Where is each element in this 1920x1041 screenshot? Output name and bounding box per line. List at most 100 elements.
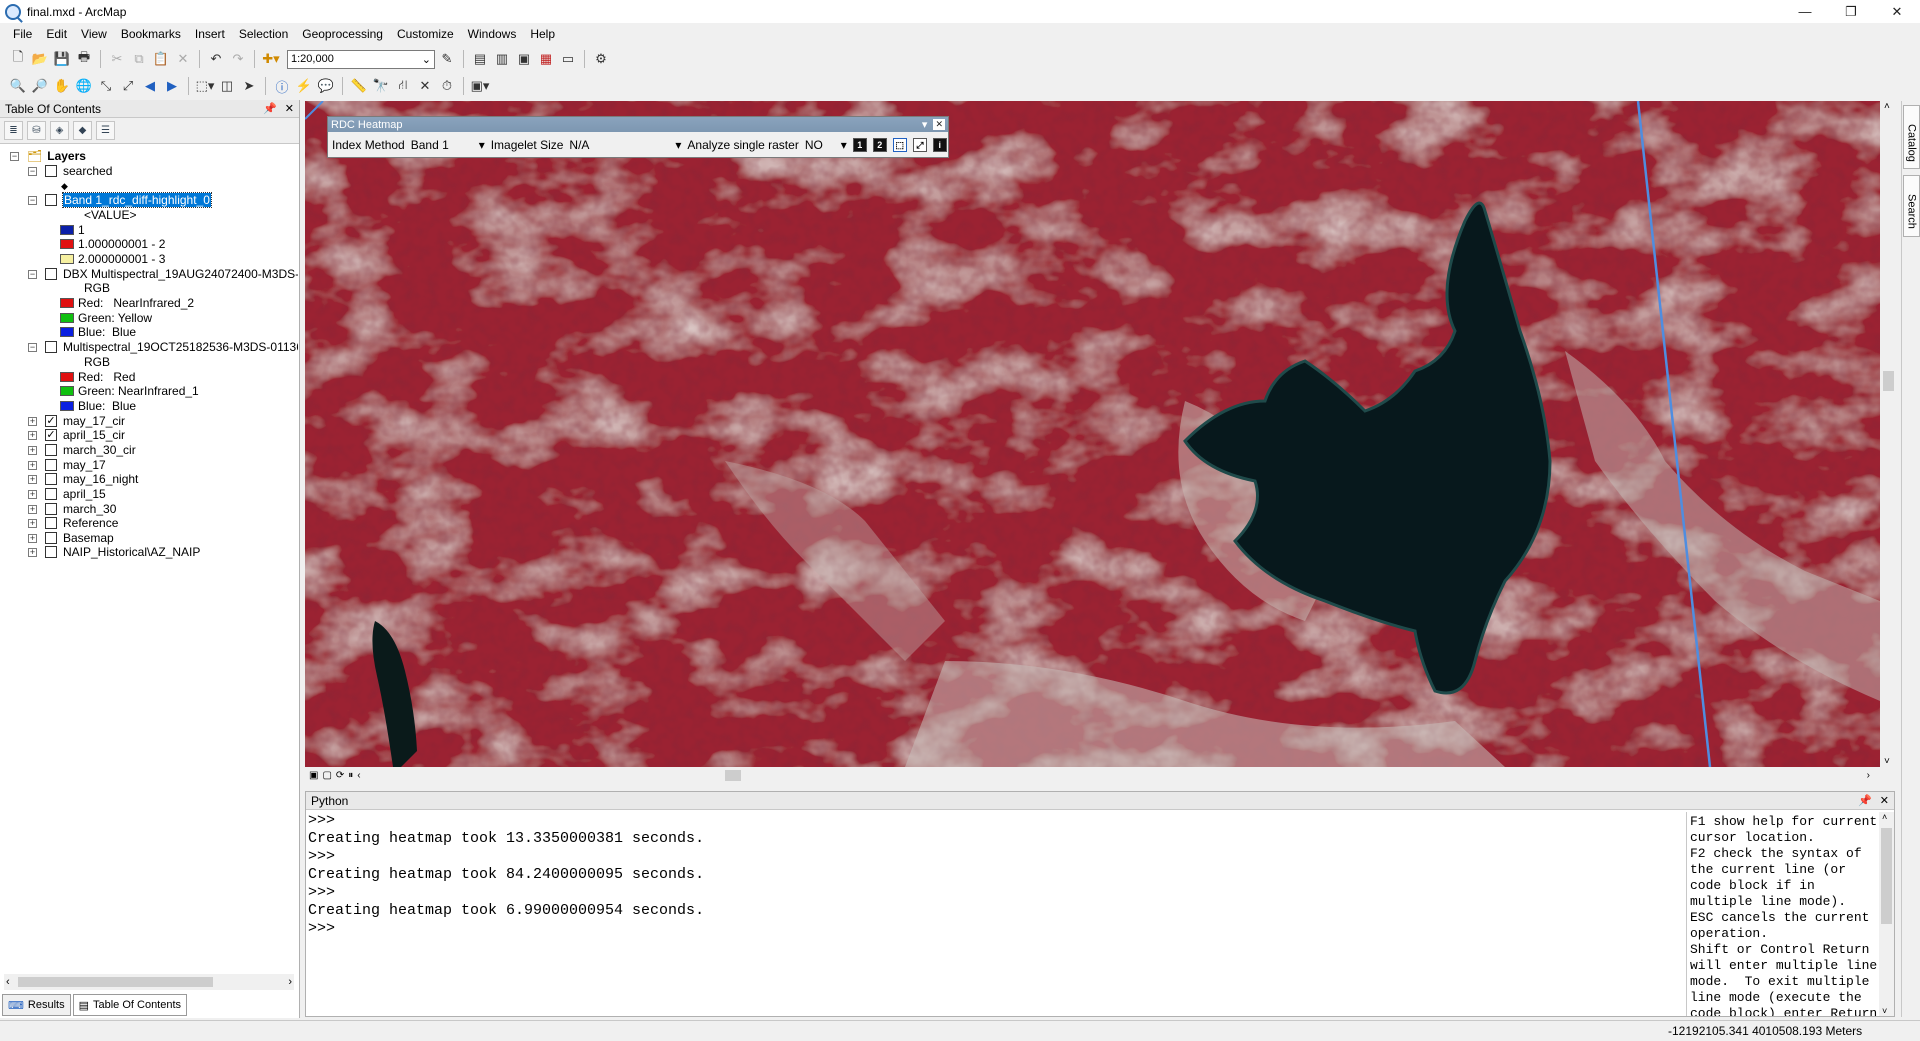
go-back-icon[interactable]: ◀ xyxy=(140,76,160,96)
go-to-xy-icon[interactable]: ✕ xyxy=(415,76,435,96)
toc-options-icon[interactable]: ☰ xyxy=(96,121,115,140)
close-icon[interactable]: ✕ xyxy=(933,119,945,130)
scroll-up-icon[interactable]: ˄ xyxy=(1882,812,1887,822)
toc-window-icon[interactable]: ▤ xyxy=(470,49,490,69)
add-data-icon[interactable]: ✚▾ xyxy=(261,49,281,69)
expand-icon[interactable]: + xyxy=(28,416,37,426)
find-icon[interactable]: 🔭 xyxy=(371,76,391,96)
zoom-out-icon[interactable]: 🔎 xyxy=(30,76,50,96)
create-viewer-window-icon[interactable]: ▣▾ xyxy=(470,76,490,96)
rdc-toolbar-titlebar[interactable]: RDC Heatmap ▾ ✕ xyxy=(328,117,948,132)
layer-visibility-checkbox[interactable] xyxy=(45,546,57,558)
layer-visibility-checkbox[interactable] xyxy=(45,517,57,529)
tab-table-of-contents[interactable]: ▤ Table Of Contents xyxy=(72,994,188,1016)
collapse-icon[interactable]: − xyxy=(28,166,37,176)
expand-icon[interactable]: + xyxy=(28,474,37,484)
scrollbar-thumb[interactable] xyxy=(18,977,213,987)
python-console[interactable]: >>> Creating heatmap took 13.3350000381 … xyxy=(307,812,1681,1016)
identify-icon[interactable]: ⓘ xyxy=(272,76,292,96)
expand-icon[interactable]: + xyxy=(28,533,37,543)
index-method-dropdown[interactable]: Band 1 ▾ xyxy=(411,138,485,152)
modelbuilder-icon[interactable]: ⚙ xyxy=(591,49,611,69)
editor-toolbar-icon[interactable]: ✎ xyxy=(437,49,457,69)
find-route-icon[interactable]: ⛙ xyxy=(393,76,413,96)
menu-geoprocessing[interactable]: Geoprocessing xyxy=(295,24,390,44)
open-folder-icon[interactable]: 📂 xyxy=(30,49,50,69)
hyperlink-icon[interactable]: ⚡ xyxy=(294,76,314,96)
expand-icon[interactable]: + xyxy=(28,430,37,440)
scroll-left-icon[interactable]: ‹ xyxy=(357,770,360,781)
scrollbar-thumb[interactable] xyxy=(1883,371,1894,391)
delete-icon[interactable]: ✕ xyxy=(173,49,193,69)
imagelet-size-dropdown[interactable]: N/A ▾ xyxy=(569,138,681,152)
measure-icon[interactable]: 📏 xyxy=(349,76,369,96)
close-icon[interactable]: ✕ xyxy=(1880,794,1889,807)
undo-icon[interactable]: ↶ xyxy=(206,49,226,69)
layer-visibility-checkbox[interactable]: ✓ xyxy=(45,429,57,441)
scrollbar-thumb[interactable] xyxy=(1881,828,1892,924)
layer-row[interactable]: + NAIP_Historical\AZ_NAIP xyxy=(28,543,200,561)
full-extent-icon[interactable]: 🌐 xyxy=(74,76,94,96)
scroll-down-icon[interactable]: ˅ xyxy=(1884,756,1890,767)
list-by-drawing-order-icon[interactable]: ≣ xyxy=(4,121,23,140)
collapse-icon[interactable]: − xyxy=(10,151,19,161)
close-window-button[interactable]: ✕ xyxy=(1874,0,1920,23)
search-dock-tab[interactable]: Search xyxy=(1903,175,1920,237)
analyze-single-raster-dropdown[interactable]: NO ▾ xyxy=(805,138,847,152)
select-raster-2-button[interactable]: 2 xyxy=(872,138,887,152)
expand-icon[interactable]: + xyxy=(28,445,37,455)
run-heatmap-icon[interactable]: ⤢ xyxy=(912,138,927,152)
python-help-scrollbar[interactable]: ˄ ˅ xyxy=(1879,812,1894,1016)
expand-icon[interactable]: + xyxy=(28,547,37,557)
menu-windows[interactable]: Windows xyxy=(461,24,524,44)
layout-view-icon[interactable]: ▢ xyxy=(322,770,331,781)
search-window-icon[interactable]: ▣ xyxy=(514,49,534,69)
select-region-icon[interactable]: ⬚ xyxy=(892,138,907,152)
arctoolbox-icon[interactable]: ▦ xyxy=(536,49,556,69)
menu-selection[interactable]: Selection xyxy=(232,24,295,44)
python-window-icon[interactable]: ▭ xyxy=(558,49,578,69)
tab-results[interactable]: ⌨ Results xyxy=(2,994,71,1016)
info-icon[interactable]: i xyxy=(932,138,947,152)
scroll-left-icon[interactable]: ‹ xyxy=(6,976,10,988)
select-features-icon[interactable]: ⬚▾ xyxy=(195,76,215,96)
menu-edit[interactable]: Edit xyxy=(39,24,74,44)
collapse-icon[interactable]: − xyxy=(28,195,37,205)
fixed-zoom-out-icon[interactable]: ⤢ xyxy=(118,76,138,96)
scroll-up-icon[interactable]: ˄ xyxy=(1884,101,1890,112)
layer-visibility-checkbox[interactable] xyxy=(45,341,57,353)
menu-view[interactable]: View xyxy=(74,24,114,44)
layer-row[interactable]: − searched xyxy=(28,162,112,180)
catalog-dock-tab[interactable]: Catalog xyxy=(1903,105,1920,169)
menu-help[interactable]: Help xyxy=(523,24,562,44)
expand-icon[interactable]: + xyxy=(28,518,37,528)
select-raster-1-button[interactable]: 1 xyxy=(852,138,867,152)
pan-icon[interactable]: ✋ xyxy=(52,76,72,96)
layer-visibility-checkbox[interactable] xyxy=(45,268,57,280)
collapse-icon[interactable]: − xyxy=(28,342,37,352)
html-popup-icon[interactable]: 💬 xyxy=(316,76,336,96)
expand-icon[interactable]: + xyxy=(28,504,37,514)
chevron-down-icon[interactable]: ▾ xyxy=(922,118,928,131)
print-icon[interactable]: 🖶 xyxy=(74,49,94,69)
copy-icon[interactable]: ⧉ xyxy=(129,49,149,69)
expand-icon[interactable]: + xyxy=(28,460,37,470)
paste-icon[interactable]: 📋 xyxy=(151,49,171,69)
time-slider-icon[interactable]: ⏱ xyxy=(437,76,457,96)
close-icon[interactable]: ✕ xyxy=(285,102,294,115)
list-by-visibility-icon[interactable]: ◈ xyxy=(50,121,69,140)
zoom-in-icon[interactable]: 🔍 xyxy=(8,76,28,96)
layer-visibility-checkbox[interactable] xyxy=(45,444,57,456)
layer-visibility-checkbox[interactable] xyxy=(45,488,57,500)
scrollbar-thumb[interactable] xyxy=(725,770,741,781)
data-view-icon[interactable]: ▣ xyxy=(309,770,318,781)
map-canvas[interactable]: RDC Heatmap ▾ ✕ Index Method Band 1 ▾ Im… xyxy=(305,101,1880,767)
toc-horizontal-scrollbar[interactable]: ‹ › xyxy=(4,974,294,990)
minimize-button[interactable]: — xyxy=(1782,0,1828,23)
scroll-right-icon[interactable]: › xyxy=(1867,770,1870,781)
collapse-icon[interactable]: − xyxy=(28,269,37,279)
menu-file[interactable]: File xyxy=(6,24,39,44)
select-elements-icon[interactable]: ➤ xyxy=(239,76,259,96)
expand-icon[interactable]: + xyxy=(28,489,37,499)
layer-visibility-checkbox[interactable] xyxy=(45,194,57,206)
